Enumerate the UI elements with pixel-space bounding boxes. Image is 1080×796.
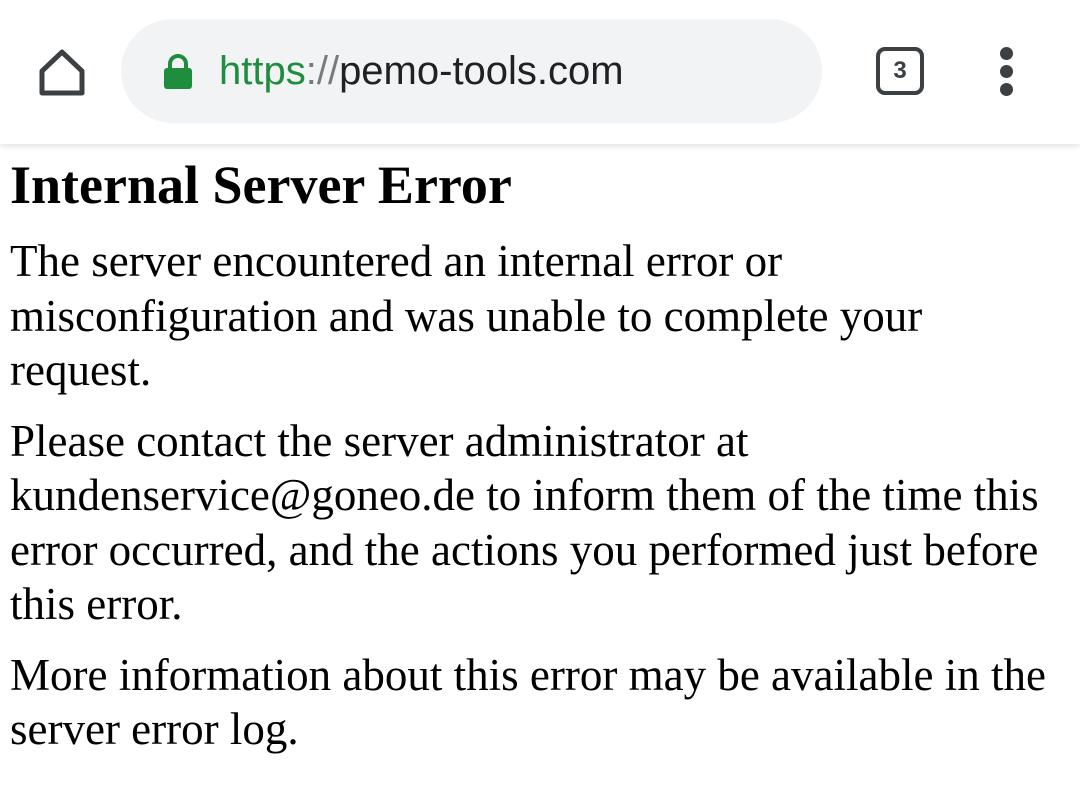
url-host: pemo-tools.com: [339, 49, 624, 93]
menu-dot: [1000, 65, 1013, 78]
contact-instructions: Please contact the server administrator …: [10, 414, 1070, 632]
browser-toolbar: https://pemo-tools.com 3: [0, 0, 1080, 144]
address-bar[interactable]: https://pemo-tools.com: [121, 19, 822, 123]
page-content: Internal Server Error The server encount…: [10, 150, 1070, 757]
more-vert-icon[interactable]: [984, 44, 1030, 100]
admin-email: kundenservice@goneo.de: [10, 470, 476, 520]
error-log-note: More information about this error may be…: [10, 649, 1046, 755]
menu-dot: [1000, 83, 1013, 96]
url-separator: ://: [305, 49, 340, 93]
page-title: Internal Server Error: [10, 155, 512, 215]
home-icon: [39, 49, 85, 96]
lock-icon: [164, 54, 192, 89]
url-text: https://pemo-tools.com: [219, 49, 624, 93]
home-button[interactable]: [24, 38, 100, 108]
error-description: The server encountered an internal error…: [10, 236, 923, 395]
menu-dot: [1000, 47, 1013, 60]
url-scheme: https: [219, 49, 306, 93]
tab-switcher-button[interactable]: 3: [876, 47, 924, 95]
contact-text-before: Please contact the server administrator …: [10, 415, 749, 466]
tab-count: 3: [893, 57, 907, 84]
